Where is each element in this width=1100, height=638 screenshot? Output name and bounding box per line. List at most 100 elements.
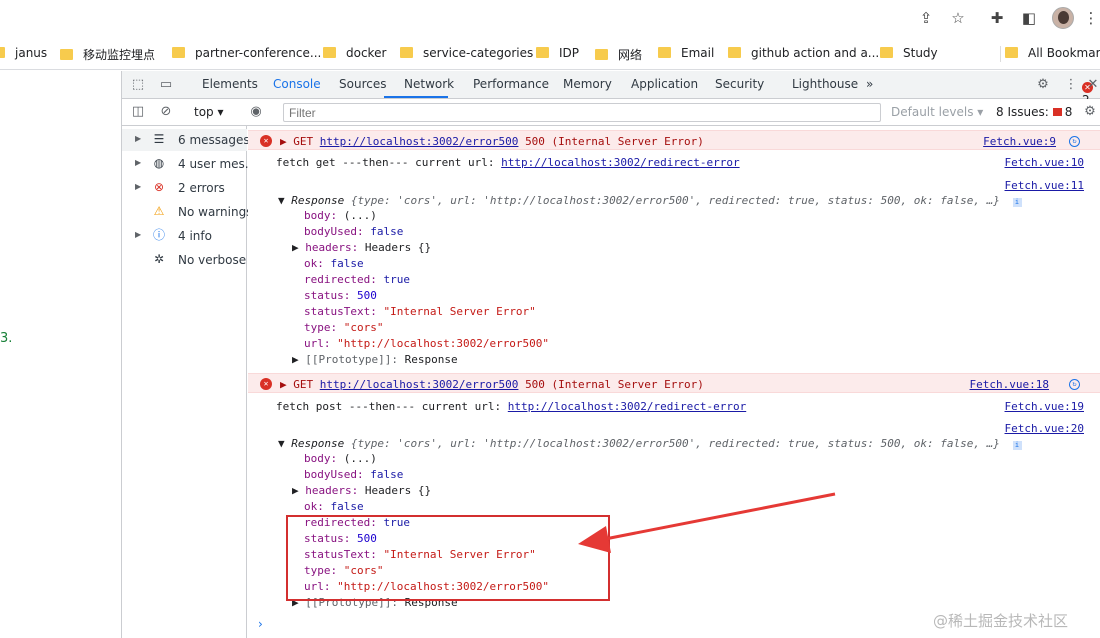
side-panel-icon[interactable]: ◧ <box>1020 9 1038 27</box>
sidebar-item-messages[interactable]: ▶ ☰ 6 messages <box>122 129 250 151</box>
source-link[interactable]: Fetch.vue:9 <box>983 135 1056 148</box>
source-link[interactable]: Fetch.vue:10 <box>1005 156 1084 169</box>
context-select[interactable]: top ▾ <box>194 105 224 119</box>
share-icon[interactable]: ⇪ <box>917 9 935 27</box>
source-link[interactable]: Fetch.vue:20 <box>1005 422 1084 435</box>
expand-arrow-icon[interactable]: ▶ <box>280 135 287 148</box>
issues-button[interactable]: 8 Issues: 8 <box>996 105 1072 119</box>
context-value: top <box>194 105 214 119</box>
response-object-row[interactable]: ▼ Response {type: 'cors', url: 'http://l… <box>248 436 1100 452</box>
bookmark-separator <box>1000 46 1001 62</box>
tab-elements[interactable]: Elements <box>202 77 258 91</box>
property-value: false <box>370 225 404 238</box>
folder-icon <box>728 47 741 58</box>
extensions-icon[interactable]: ✚ <box>988 9 1006 27</box>
inspect-element-icon[interactable]: ⬚ <box>130 77 146 93</box>
bookmark-item[interactable]: docker <box>323 46 386 62</box>
request-url-link[interactable]: http://localhost:3002/error500 <box>320 378 519 391</box>
bookmark-item[interactable]: partner-conference... <box>172 46 321 62</box>
bookmark-item[interactable]: janus <box>0 46 47 62</box>
expand-arrow-icon[interactable]: ▶ <box>135 134 141 143</box>
bookmark-item[interactable]: service-categories <box>400 46 533 62</box>
expand-arrow-icon[interactable]: ▶ <box>292 241 299 254</box>
expand-arrow-icon[interactable]: ▶ <box>292 353 299 366</box>
settings-gear-icon[interactable]: ⚙ <box>1035 77 1051 93</box>
bookmark-item[interactable]: Study <box>880 46 938 62</box>
expand-arrow-icon[interactable]: ▼ <box>278 437 285 450</box>
tab-sources[interactable]: Sources <box>339 77 386 91</box>
expand-arrow-icon[interactable]: ▼ <box>278 194 285 207</box>
sidebar-item-user-messages[interactable]: ▶ ◍ 4 user mes... <box>122 153 256 175</box>
bookmark-item[interactable]: IDP <box>536 46 579 62</box>
redirect-url-link[interactable]: http://localhost:3002/redirect-error <box>501 156 739 169</box>
http-status: 500 (Internal Server Error) <box>525 135 704 148</box>
bookmark-item[interactable]: Email <box>658 46 714 62</box>
property-value: false <box>330 257 364 270</box>
tab-performance[interactable]: Performance <box>473 77 549 91</box>
all-bookmarks-item[interactable]: All Bookmarks <box>1005 46 1100 62</box>
more-tabs-icon[interactable]: » <box>866 77 873 91</box>
sidebar-item-verbose[interactable]: ✲ No verbose <box>122 249 247 271</box>
console-error-row[interactable]: ✕ ▶ GET http://localhost:3002/error500 5… <box>248 130 1100 150</box>
more-options-icon[interactable]: ⋮ <box>1063 77 1079 93</box>
network-request-icon[interactable]: ↻ <box>1069 379 1080 390</box>
tab-security[interactable]: Security <box>715 77 764 91</box>
response-preview: {type: 'cors', url: 'http://localhost:30… <box>350 194 1000 207</box>
page-text-fragment: 3. <box>0 331 13 346</box>
bookmark-star-icon[interactable]: ☆ <box>949 9 967 27</box>
source-link[interactable]: Fetch.vue:11 <box>1005 179 1084 192</box>
sidebar-item-warnings[interactable]: ⚠ No warnings <box>122 201 253 223</box>
property-value[interactable]: (...) <box>344 209 377 222</box>
source-link[interactable]: Fetch.vue:19 <box>1005 400 1084 413</box>
bookmark-item[interactable]: 网络 <box>595 46 642 62</box>
expand-arrow-icon[interactable]: ▶ <box>280 378 287 391</box>
log-levels-dropdown[interactable]: Default levels ▾ <box>891 105 983 119</box>
live-expression-eye-icon[interactable]: ◉ <box>248 104 264 120</box>
expand-arrow-icon[interactable]: ▶ <box>135 230 141 239</box>
active-tab-indicator <box>384 96 448 98</box>
property-value[interactable]: (...) <box>344 452 377 465</box>
sidebar-toggle-icon[interactable]: ◫ <box>130 104 146 120</box>
redirect-url-link[interactable]: http://localhost:3002/redirect-error <box>508 400 746 413</box>
expand-arrow-icon[interactable]: ▶ <box>135 158 141 167</box>
tab-lighthouse[interactable]: Lighthouse <box>792 77 858 91</box>
tab-application[interactable]: Application <box>631 77 698 91</box>
info-icon[interactable]: i <box>1012 198 1022 207</box>
avatar[interactable] <box>1052 7 1074 29</box>
error-icon: ✕ <box>260 135 272 147</box>
bookmark-item[interactable]: github action and a... <box>728 46 879 62</box>
sidebar-item-label: 2 errors <box>178 181 225 195</box>
clear-console-icon[interactable]: ⊘ <box>158 104 174 120</box>
expand-arrow-icon[interactable]: ▶ <box>292 484 299 497</box>
console-prompt-icon[interactable]: › <box>258 617 263 631</box>
sidebar-item-label: 6 messages <box>178 133 250 147</box>
sidebar-item-errors[interactable]: ▶ ⊗ 2 errors <box>122 177 247 199</box>
console-error-row[interactable]: ✕ ▶ GET http://localhost:3002/error500 5… <box>248 373 1100 393</box>
menu-icon[interactable]: ⋮ <box>1082 9 1100 27</box>
info-icon[interactable]: i <box>1012 441 1022 450</box>
http-status: 500 (Internal Server Error) <box>525 378 704 391</box>
tab-network[interactable]: Network <box>404 77 454 91</box>
expand-arrow-icon[interactable]: ▶ <box>135 182 141 191</box>
folder-icon <box>323 47 336 58</box>
property-value: Headers {} <box>364 241 432 254</box>
network-request-icon[interactable]: ↻ <box>1069 136 1080 147</box>
bookmark-label: github action and a... <box>751 46 880 60</box>
close-devtools-icon[interactable]: ✕ <box>1085 77 1100 93</box>
property-key: body: <box>304 209 338 222</box>
console-settings-gear-icon[interactable]: ⚙ <box>1082 104 1098 120</box>
request-url-link[interactable]: http://localhost:3002/error500 <box>320 135 519 148</box>
bookmark-item[interactable]: 移动监控埋点 <box>60 46 155 62</box>
device-toolbar-icon[interactable]: ▭ <box>158 77 174 93</box>
error-icon: ✕ <box>260 378 272 390</box>
sidebar-item-info[interactable]: ▶ ⓘ 4 info <box>122 225 247 247</box>
property-key: redirected: <box>304 273 377 286</box>
source-link[interactable]: Fetch.vue:18 <box>970 378 1049 391</box>
folder-icon <box>0 47 5 58</box>
filter-input[interactable] <box>283 103 881 122</box>
tab-console[interactable]: Console <box>273 77 321 91</box>
response-object-row[interactable]: ▼ Response {type: 'cors', url: 'http://l… <box>248 193 1100 209</box>
log-levels-label: Default levels <box>891 105 974 119</box>
tab-memory[interactable]: Memory <box>563 77 612 91</box>
bookmark-label: 网络 <box>618 48 643 62</box>
